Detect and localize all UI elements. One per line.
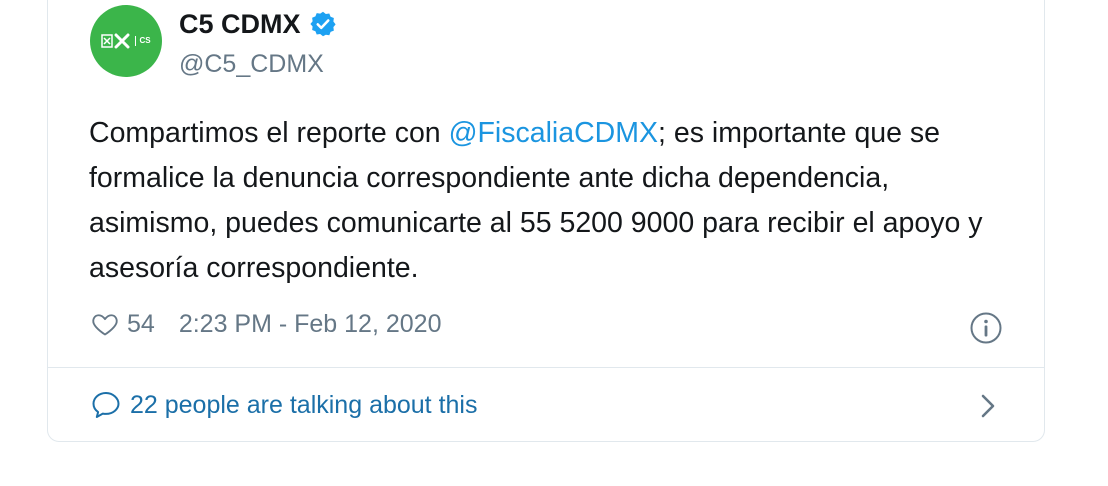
- tweet-text-before: Compartimos el reporte con: [89, 117, 449, 149]
- like-count[interactable]: 54: [127, 309, 155, 339]
- speech-bubble-icon: [92, 392, 120, 418]
- avatar[interactable]: CS: [90, 5, 162, 77]
- display-name[interactable]: C5 CDMX: [179, 9, 301, 39]
- verified-badge-icon: [309, 11, 336, 37]
- heart-icon[interactable]: [91, 310, 119, 338]
- conversation-link[interactable]: 22 people are talking about this: [90, 389, 477, 421]
- cdmx-logo-icon: [101, 33, 130, 49]
- tweet-card: CS C5 CDMX @C5_CDMX Compartimos el repor…: [47, 0, 1045, 442]
- info-icon[interactable]: [969, 311, 1003, 345]
- user-handle[interactable]: @C5_CDMX: [179, 49, 324, 79]
- name-row: C5 CDMX: [179, 9, 337, 39]
- divider: [48, 367, 1044, 368]
- timestamp[interactable]: 2:23 PM - Feb 12, 2020: [179, 309, 442, 339]
- chevron-right-icon[interactable]: [976, 391, 1000, 421]
- avatar-badge: CS: [135, 36, 151, 46]
- tweet-text: Compartimos el reporte con @FiscaliaCDMX…: [89, 111, 1019, 291]
- conversation-label: 22 people are talking about this: [130, 391, 478, 419]
- mention-link[interactable]: @FiscaliaCDMX: [449, 117, 658, 149]
- tweet-meta: 54 2:23 PM - Feb 12, 2020: [91, 309, 441, 339]
